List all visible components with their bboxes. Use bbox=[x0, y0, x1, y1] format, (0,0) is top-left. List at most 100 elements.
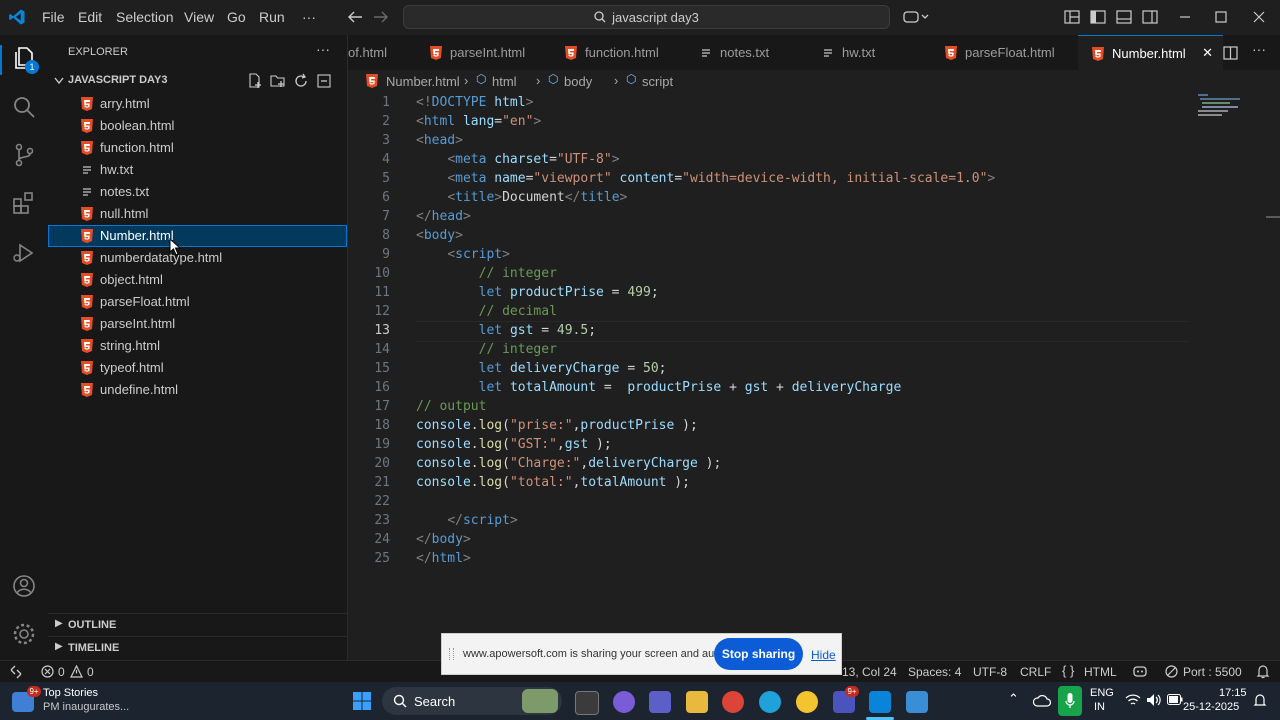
cloud-icon[interactable] bbox=[1033, 693, 1051, 707]
code-line[interactable]: <head> bbox=[416, 133, 463, 148]
code-line[interactable]: // output bbox=[416, 399, 486, 414]
taskbar-notifications-icon[interactable] bbox=[1253, 693, 1267, 708]
code-line[interactable]: let gst = 49.5; bbox=[416, 323, 596, 338]
tab-close-icon[interactable]: ✕ bbox=[1202, 45, 1213, 61]
chrome-icon[interactable] bbox=[722, 691, 744, 713]
code-line[interactable]: console.log("Charge:",deliveryCharge ); bbox=[416, 456, 721, 471]
file-item[interactable]: arry.html bbox=[48, 93, 347, 115]
file-item[interactable]: hw.txt bbox=[48, 159, 347, 181]
stop-sharing-button[interactable]: Stop sharing bbox=[714, 638, 803, 670]
code-line[interactable]: let deliveryCharge = 50; bbox=[416, 361, 667, 376]
settings-gear-icon[interactable] bbox=[11, 621, 37, 647]
code-line[interactable]: // integer bbox=[416, 266, 557, 281]
remote-icon[interactable] bbox=[9, 665, 23, 679]
task-view-icon[interactable] bbox=[575, 691, 599, 715]
toggle-sidebar-icon[interactable] bbox=[1090, 10, 1106, 24]
file-explorer-icon[interactable] bbox=[686, 691, 708, 713]
toggle-secondary-sidebar-icon[interactable] bbox=[1142, 10, 1158, 24]
refresh-icon[interactable] bbox=[293, 73, 309, 89]
battery-icon[interactable] bbox=[1167, 694, 1183, 705]
cursor-position[interactable]: 13, Col 24 bbox=[842, 665, 897, 679]
maximize-icon[interactable] bbox=[1214, 10, 1228, 24]
editor-tab[interactable]: function.html bbox=[551, 35, 686, 70]
split-editor-icon[interactable] bbox=[1223, 46, 1238, 60]
new-folder-icon[interactable] bbox=[270, 73, 286, 89]
file-item[interactable]: null.html bbox=[48, 203, 347, 225]
file-item[interactable]: notes.txt bbox=[48, 181, 347, 203]
code-line[interactable]: <script> bbox=[416, 247, 510, 262]
volume-icon[interactable] bbox=[1146, 693, 1162, 707]
editor-tab[interactable]: notes.txt bbox=[686, 35, 808, 70]
menu-item[interactable]: View bbox=[184, 9, 214, 25]
code-line[interactable]: </body> bbox=[416, 532, 471, 547]
warning-icon[interactable] bbox=[70, 665, 83, 678]
file-item[interactable]: boolean.html bbox=[48, 115, 347, 137]
language-mode[interactable]: HTML bbox=[1084, 665, 1117, 679]
minimize-icon[interactable] bbox=[1178, 10, 1192, 24]
file-item[interactable]: parseInt.html bbox=[48, 313, 347, 335]
editor-tab[interactable]: of.html bbox=[348, 35, 416, 70]
code-line[interactable]: console.log("GST:",gst ); bbox=[416, 437, 612, 452]
search-view-icon[interactable] bbox=[11, 94, 37, 120]
clock-time[interactable]: 17:15 bbox=[1219, 687, 1247, 699]
file-item[interactable]: typeof.html bbox=[48, 357, 347, 379]
code-line[interactable]: </html> bbox=[416, 551, 471, 566]
minimap[interactable] bbox=[1198, 92, 1258, 132]
vscode-taskbar-icon[interactable] bbox=[869, 691, 891, 713]
file-item[interactable]: Number.html bbox=[48, 225, 347, 247]
code-line[interactable]: <title>Document</title> bbox=[416, 190, 627, 205]
code-line[interactable]: console.log("prise:",productPrise ); bbox=[416, 418, 698, 433]
code-editor[interactable]: 1 <!DOCTYPE html> 2 <html lang="en"> 3 <head>… bbox=[348, 92, 1280, 660]
extensions-icon[interactable] bbox=[11, 190, 37, 216]
line-ending[interactable]: CRLF bbox=[1020, 665, 1051, 679]
timeline-section[interactable]: ▶ TIMELINE bbox=[48, 636, 347, 659]
file-item[interactable]: undefine.html bbox=[48, 379, 347, 401]
error-icon[interactable] bbox=[41, 665, 54, 678]
live-server-port[interactable]: Port : 5500 bbox=[1183, 665, 1242, 679]
windows-start-icon[interactable] bbox=[352, 691, 372, 711]
news-title[interactable]: Top Stories bbox=[43, 687, 98, 699]
back-arrow-icon[interactable] bbox=[347, 10, 363, 24]
more-actions-icon[interactable]: ··· bbox=[316, 41, 330, 57]
code-line[interactable]: </script> bbox=[416, 513, 517, 528]
tab-more-actions-icon[interactable]: ··· bbox=[1252, 41, 1266, 57]
news-subtitle[interactable]: PM inaugurates... bbox=[43, 701, 129, 713]
more-menu-icon[interactable]: ··· bbox=[302, 9, 316, 25]
code-line[interactable]: <body> bbox=[416, 228, 463, 243]
copilot-app-icon[interactable] bbox=[613, 691, 635, 713]
run-debug-icon[interactable] bbox=[11, 240, 37, 266]
breadcrumb-item[interactable]: script bbox=[642, 74, 673, 89]
menu-item[interactable]: Selection bbox=[116, 9, 174, 25]
code-line[interactable]: // integer bbox=[416, 342, 557, 357]
apowersoft-icon[interactable] bbox=[906, 691, 928, 713]
menu-item[interactable]: Run bbox=[259, 9, 285, 25]
notifications-bell-icon[interactable] bbox=[1256, 664, 1270, 679]
new-file-icon[interactable] bbox=[247, 73, 263, 89]
editor-tab[interactable]: parseInt.html bbox=[416, 35, 551, 70]
breadcrumb-item[interactable]: Number.html bbox=[386, 74, 460, 89]
forward-arrow-icon[interactable] bbox=[373, 10, 389, 24]
code-line[interactable]: <meta name="viewport" content="width=dev… bbox=[416, 171, 995, 186]
encoding[interactable]: UTF-8 bbox=[973, 665, 1007, 679]
breadcrumb-item[interactable]: html bbox=[492, 74, 517, 89]
hide-link[interactable]: Hide bbox=[811, 648, 836, 662]
code-line[interactable]: // decimal bbox=[416, 304, 557, 319]
file-item[interactable]: object.html bbox=[48, 269, 347, 291]
breadcrumb-item[interactable]: body bbox=[564, 74, 592, 89]
close-window-icon[interactable] bbox=[1252, 10, 1266, 24]
menu-item[interactable]: File bbox=[42, 9, 65, 25]
folder-header[interactable]: JAVASCRIPT DAY3 bbox=[48, 70, 347, 92]
code-line[interactable]: let productPrise = 499; bbox=[416, 285, 659, 300]
indentation[interactable]: Spaces: 4 bbox=[908, 665, 961, 679]
customize-layout-icon[interactable] bbox=[1064, 10, 1080, 24]
editor-tab[interactable]: hw.txt bbox=[808, 35, 931, 70]
chevron-up-icon[interactable]: ⌃ bbox=[1008, 691, 1019, 707]
collapse-all-icon[interactable] bbox=[316, 73, 332, 89]
microphone-icon[interactable] bbox=[1058, 686, 1082, 716]
file-item[interactable]: string.html bbox=[48, 335, 347, 357]
file-item[interactable]: parseFloat.html bbox=[48, 291, 347, 313]
norton-icon[interactable] bbox=[796, 691, 818, 713]
code-line[interactable]: let totalAmount = productPrise + gst + d… bbox=[416, 380, 902, 395]
copilot-status-icon[interactable] bbox=[1132, 664, 1148, 679]
toggle-panel-icon[interactable] bbox=[1116, 10, 1132, 24]
